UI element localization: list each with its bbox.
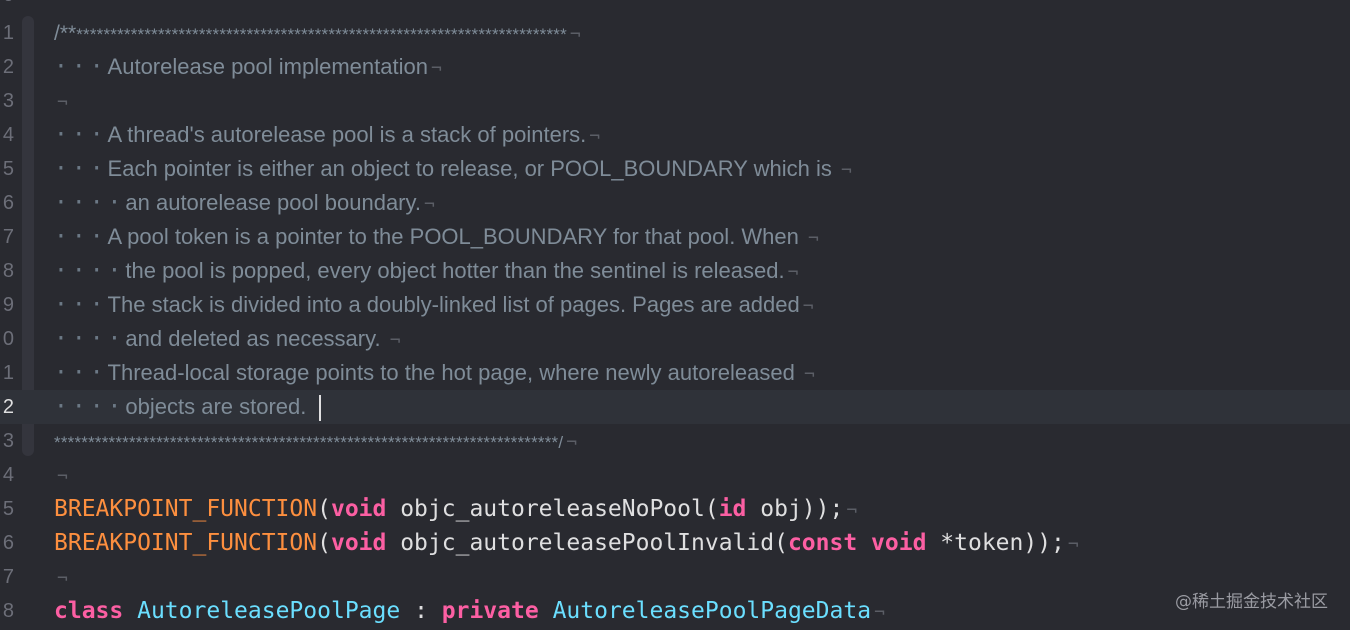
- text-cursor: [318, 394, 321, 421]
- code-line[interactable]: 5 ···Each pointer is either an object to…: [0, 152, 1350, 186]
- identifier-token: *token));: [926, 530, 1065, 556]
- code-line[interactable]: 4 ···A thread's autorelease pool is a st…: [0, 118, 1350, 152]
- code-line[interactable]: 5 BREAKPOINT_FUNCTION(void objc_autorele…: [0, 492, 1350, 526]
- newline-marker: ¬: [808, 228, 819, 249]
- code-line[interactable]: 0 ¬: [0, 0, 1350, 12]
- newline-marker: ¬: [389, 330, 401, 351]
- keyword-token: void: [871, 530, 927, 556]
- line-number: 7: [2, 226, 14, 248]
- code-line[interactable]: 1 /**/**********************************…: [0, 16, 1350, 50]
- keyword-token: void: [330, 530, 387, 556]
- line-number: 6: [2, 532, 14, 554]
- code-line[interactable]: 0 ····and deleted as necessary. ¬: [0, 322, 1350, 356]
- line-number: 7: [2, 566, 14, 588]
- comment-text: the pool is popped, every object hotter …: [125, 258, 785, 283]
- keyword-token: id: [718, 496, 747, 522]
- comment-text: A thread's autorelease pool is a stack o…: [107, 122, 587, 147]
- newline-marker: ¬: [1067, 534, 1079, 555]
- line-number: 8: [2, 600, 14, 622]
- newline-marker: ¬: [566, 432, 578, 453]
- line-number: 5: [2, 498, 14, 520]
- comment-text: Each pointer is either an object to rele…: [107, 156, 838, 181]
- line-number: 9: [2, 294, 14, 316]
- line-number: 0: [0, 0, 14, 12]
- line-number: 1: [2, 22, 14, 44]
- punct-token: :: [400, 598, 442, 624]
- newline-marker: ¬: [803, 364, 815, 385]
- code-line[interactable]: 8 class AutoreleasePoolPage : private Au…: [0, 594, 1350, 628]
- watermark-text: @稀土掘金技术社区: [1175, 592, 1328, 612]
- macro-token: BREAKPOINT_FUNCTION: [54, 496, 318, 522]
- line-number: 5: [2, 158, 14, 180]
- newline-marker: ¬: [57, 568, 68, 589]
- newline-marker: ¬: [57, 0, 68, 7]
- code-line[interactable]: 1 ···Thread-local storage points to the …: [0, 356, 1350, 390]
- line-number: 3: [2, 90, 14, 112]
- comment-stars: ****************************************…: [54, 433, 564, 452]
- newline-marker: ¬: [430, 58, 442, 79]
- type-token: AutoreleasePoolPage: [137, 598, 401, 624]
- line-number: 4: [2, 464, 14, 486]
- newline-marker: ¬: [423, 194, 435, 215]
- newline-marker: ¬: [840, 160, 852, 181]
- code-line[interactable]: 7 ···A pool token is a pointer to the PO…: [0, 220, 1350, 254]
- line-number: 2: [2, 396, 14, 418]
- comment-text: an autorelease pool boundary.: [125, 190, 421, 215]
- keyword-token: void: [330, 496, 387, 522]
- newline-marker: ¬: [569, 24, 581, 45]
- identifier-token: obj));: [746, 496, 844, 522]
- code-line[interactable]: 6 BREAKPOINT_FUNCTION(void objc_autorele…: [0, 526, 1350, 560]
- comment-text: objects are stored.: [125, 394, 313, 419]
- line-number: 2: [2, 56, 14, 78]
- keyword-token: private: [441, 598, 539, 624]
- comment-text: Autorelease pool implementation: [107, 54, 428, 79]
- punct-token: (: [317, 530, 331, 556]
- code-line[interactable]: 6 ····an autorelease pool boundary. ¬: [0, 186, 1350, 220]
- code-line[interactable]: 7 ¬: [0, 560, 1350, 594]
- identifier-token: objc_autoreleaseNoPool(: [386, 496, 719, 522]
- code-line[interactable]: 2 ···Autorelease pool implementation ¬: [0, 50, 1350, 84]
- line-number: 4: [2, 124, 14, 146]
- comment-text: The stack is divided into a doubly-linke…: [107, 292, 800, 317]
- code-line[interactable]: 3 ¬: [0, 84, 1350, 118]
- line-number: 3: [2, 430, 14, 452]
- line-number: 1: [2, 362, 14, 384]
- newline-marker: ¬: [787, 262, 799, 283]
- comment-text: and deleted as necessary.: [125, 326, 387, 351]
- type-token: AutoreleasePoolPageData: [552, 598, 872, 624]
- comment-text: Thread-local storage points to the hot p…: [107, 360, 801, 385]
- keyword-token: class: [54, 598, 124, 624]
- code-line[interactable]: 9 ···The stack is divided into a doubly-…: [0, 288, 1350, 322]
- newline-marker: ¬: [874, 602, 885, 623]
- code-editor[interactable]: 0 ¬ 1 /**/******************************…: [0, 0, 1350, 630]
- newline-marker: ¬: [589, 126, 601, 147]
- code-line[interactable]: 4 ¬: [0, 458, 1350, 492]
- line-number: 8: [2, 260, 14, 282]
- identifier-token: objc_autoreleasePoolInvalid(: [386, 530, 788, 556]
- line-number: 6: [2, 192, 14, 214]
- line-number: 0: [2, 328, 14, 350]
- code-line[interactable]: 8 ····the pool is popped, every object h…: [0, 254, 1350, 288]
- punct-token: (: [317, 496, 331, 522]
- newline-marker: ¬: [846, 500, 858, 521]
- macro-token: BREAKPOINT_FUNCTION: [54, 530, 318, 556]
- keyword-token: const: [787, 530, 858, 556]
- comment-text: A pool token is a pointer to the POOL_BO…: [107, 224, 806, 249]
- newline-marker: ¬: [57, 466, 68, 487]
- current-code-line[interactable]: 2 ····objects are stored.: [0, 390, 1350, 424]
- newline-marker: ¬: [802, 296, 814, 317]
- newline-marker: ¬: [57, 92, 68, 113]
- code-line[interactable]: 3 **************************************…: [0, 424, 1350, 458]
